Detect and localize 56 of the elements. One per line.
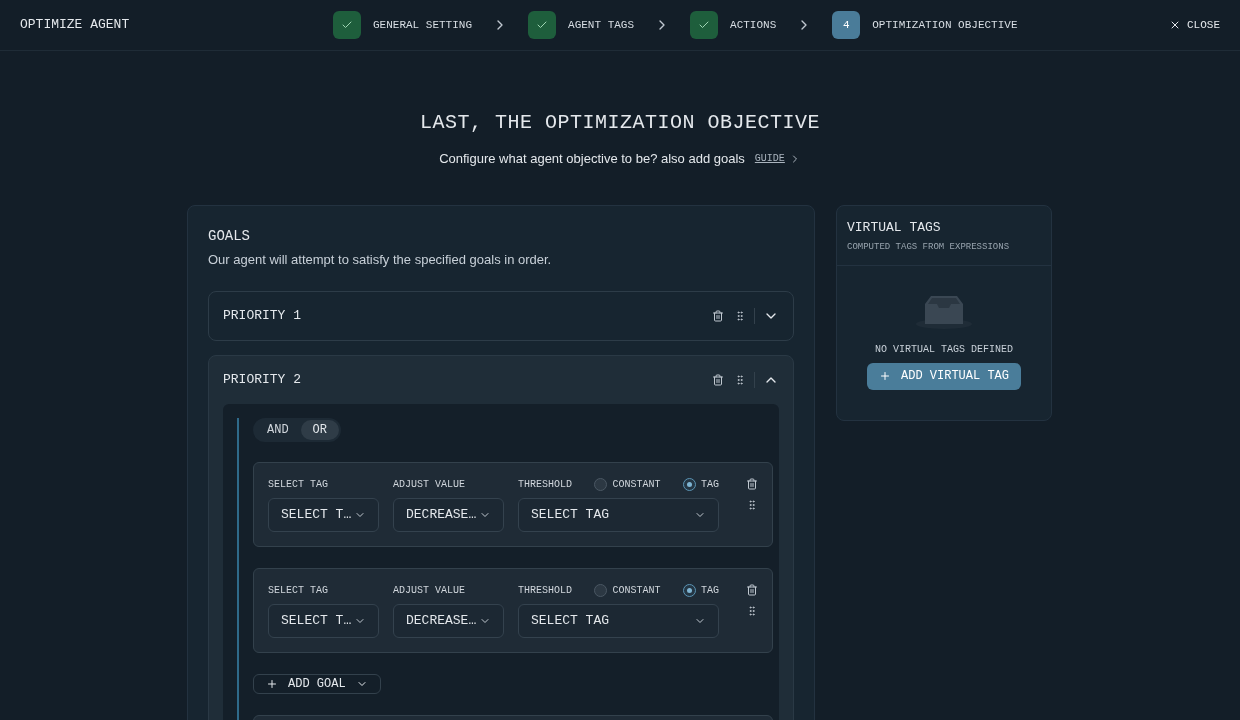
section-title: GOALS <box>208 226 251 246</box>
field-label: SELECT TAG <box>268 478 329 492</box>
adjust-select[interactable]: DECREASE… <box>393 498 504 532</box>
priority-title[interactable]: PRIORITY 2 <box>223 370 712 390</box>
field-label: THRESHOLD <box>518 584 572 598</box>
section-description: Our agent will attempt to satisfy the specified goals in order. <box>208 250 553 269</box>
drag-handle-icon[interactable] <box>734 310 746 322</box>
step-label[interactable]: OPTIMIZATION OBJECTIVE <box>872 16 1018 34</box>
empty-inbox-icon <box>915 293 973 330</box>
adjust-select[interactable]: DECREASE… <box>393 604 504 638</box>
logic-option[interactable]: AND <box>255 420 301 440</box>
threshold-select[interactable]: SELECT TAG <box>518 498 719 532</box>
field-label: THRESHOLD <box>518 478 572 492</box>
plus-icon <box>879 370 891 382</box>
radio-button[interactable] <box>594 478 608 491</box>
radio-label: CONSTANT <box>612 478 661 492</box>
trash-icon[interactable] <box>746 584 758 596</box>
section-subtitle: COMPUTED TAGS FROM EXPRESSIONS <box>847 241 1011 254</box>
drag-handle-icon[interactable] <box>734 374 746 386</box>
radio-label: CONSTANT <box>612 584 661 598</box>
radio-button[interactable] <box>682 478 696 491</box>
page-heading: LAST, THE OPTIMIZATION OBJECTIVE <box>419 110 821 136</box>
step-label[interactable]: AGENT TAGS <box>568 16 635 34</box>
field-label: ADJUST VALUE <box>393 478 466 492</box>
drag-handle-icon[interactable] <box>746 605 758 617</box>
tag-select[interactable]: SELECT T… <box>268 604 379 638</box>
close-button[interactable]: CLOSE <box>1169 16 1220 34</box>
radio-label: TAG <box>700 584 719 598</box>
step-label[interactable]: GENERAL SETTING <box>373 16 473 34</box>
page-subtitle: Configure what agent objective to be? also add goals <box>439 150 745 168</box>
guide-link[interactable]: GUIDE <box>754 151 801 167</box>
trash-icon[interactable] <box>712 310 724 322</box>
plus-icon <box>266 678 278 690</box>
priority-title[interactable]: PRIORITY 1 <box>223 306 712 326</box>
tag-select[interactable]: SELECT T… <box>268 498 379 532</box>
add-goal-button[interactable]: ADD GOAL <box>253 674 381 694</box>
section-title: VIRTUAL TAGS <box>847 218 942 237</box>
logic-option[interactable]: OR <box>300 420 339 440</box>
radio-button[interactable] <box>594 584 608 597</box>
close-icon <box>1169 19 1181 31</box>
threshold-select[interactable]: SELECT TAG <box>518 604 719 638</box>
add-virtual-tag-button[interactable]: ADD VIRTUAL TAG <box>867 362 1021 390</box>
check-icon <box>341 19 353 31</box>
field-label: SELECT TAG <box>268 584 329 598</box>
trash-icon[interactable] <box>746 478 758 490</box>
drag-handle-icon[interactable] <box>746 499 758 511</box>
field-label: ADJUST VALUE <box>393 584 466 598</box>
trash-icon[interactable] <box>712 374 724 386</box>
app-title: OPTIMIZE AGENT <box>20 16 131 35</box>
check-icon <box>536 19 549 31</box>
check-icon <box>698 19 711 31</box>
radio-label: TAG <box>700 478 719 492</box>
step-number: 4 <box>832 11 861 39</box>
radio-button[interactable] <box>682 584 696 597</box>
empty-state-text: NO VIRTUAL TAGS DEFINED <box>875 342 1013 357</box>
step-label[interactable]: ACTIONS <box>730 16 777 34</box>
